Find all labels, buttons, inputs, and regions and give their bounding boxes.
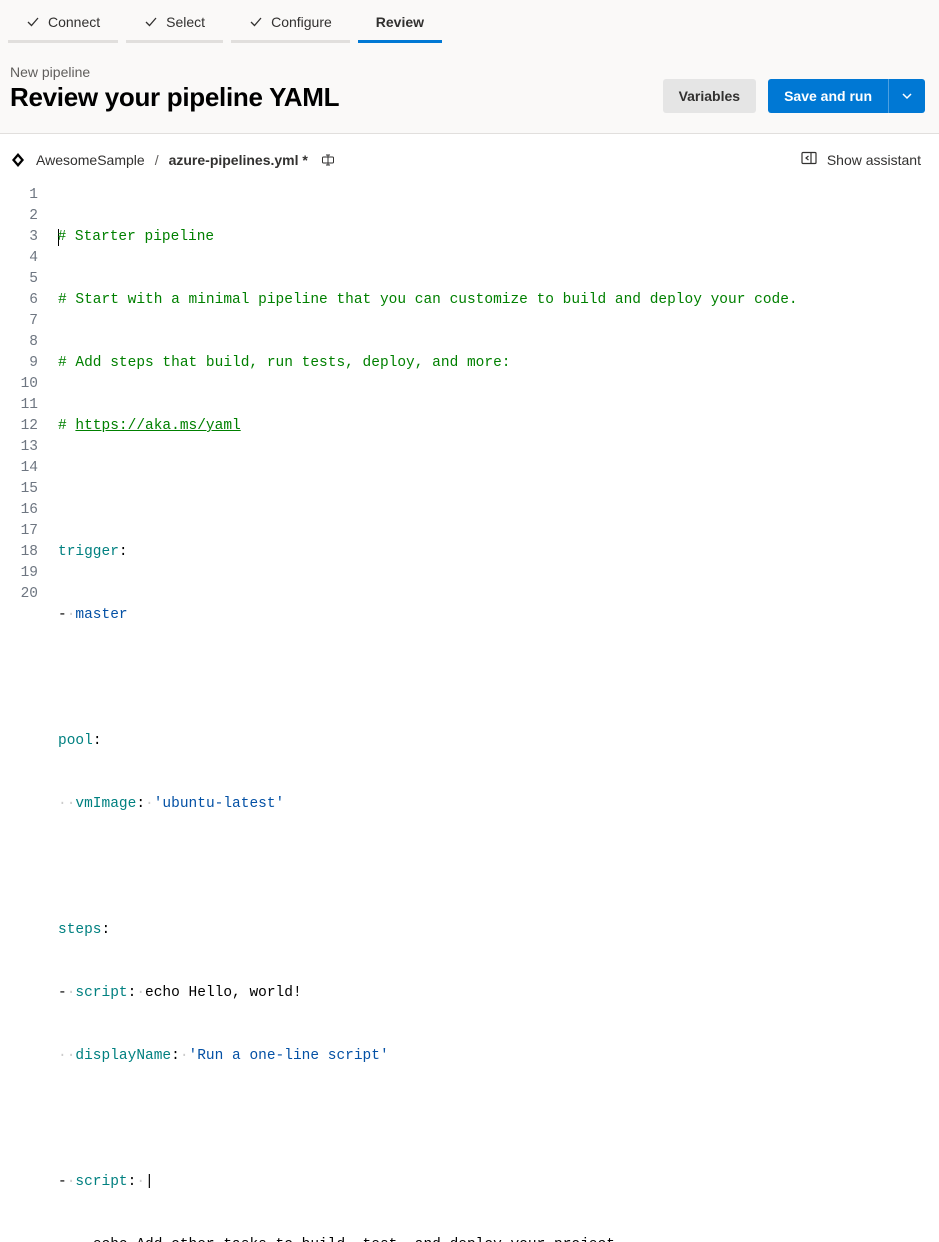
breadcrumb-sep: / [155,152,159,168]
tab-connect[interactable]: Connect [8,0,118,42]
breadcrumb-repo[interactable]: AwesomeSample [36,152,145,168]
page-title: Review your pipeline YAML [10,82,339,113]
tab-select[interactable]: Select [126,0,223,42]
chevron-down-icon [901,90,913,102]
save-and-run-button[interactable]: Save and run [768,79,888,113]
panel-icon [801,150,817,169]
tab-review[interactable]: Review [358,0,442,42]
tab-review-label: Review [376,14,424,30]
check-icon [144,15,158,29]
tab-configure[interactable]: Configure [231,0,350,42]
tab-configure-label: Configure [271,14,332,30]
show-assistant-button[interactable]: Show assistant [801,150,921,169]
tab-connect-label: Connect [48,14,100,30]
code-content[interactable]: # Starter pipeline # Start with a minima… [58,185,927,1242]
code-editor[interactable]: 1 2 3 4 5 6 7 8 9 10 11 12 13 14 15 16 1… [0,185,939,1242]
breadcrumb: AwesomeSample / azure-pipelines.yml * [10,152,336,168]
breadcrumb-filename: azure-pipelines.yml * [169,152,308,168]
rename-icon[interactable] [320,152,336,168]
header-subtitle: New pipeline [10,64,339,80]
save-and-run-dropdown[interactable] [888,79,925,113]
check-icon [249,15,263,29]
line-gutter: 1 2 3 4 5 6 7 8 9 10 11 12 13 14 15 16 1… [0,185,58,1242]
wizard-tabs: Connect Select Configure Review [0,0,939,42]
check-icon [26,15,40,29]
variables-button[interactable]: Variables [663,79,757,113]
repo-icon [10,152,26,168]
show-assistant-label: Show assistant [827,152,921,168]
tab-select-label: Select [166,14,205,30]
